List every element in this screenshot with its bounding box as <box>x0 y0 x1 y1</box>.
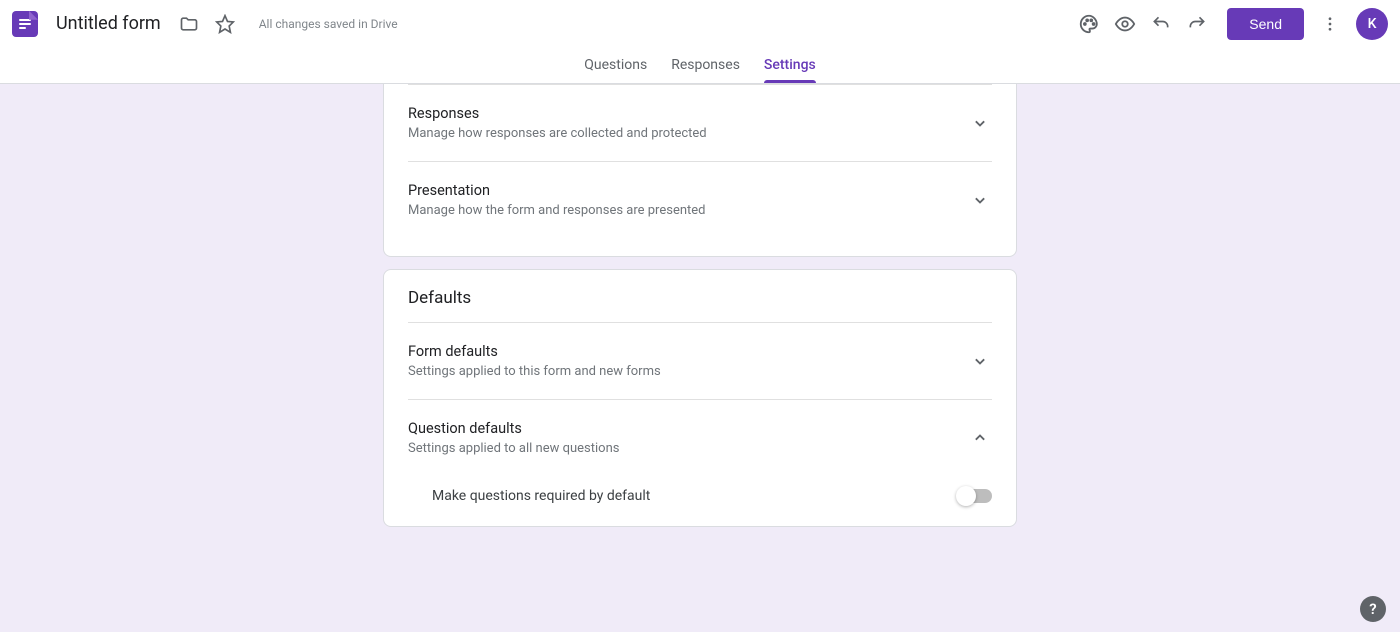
tab-settings[interactable]: Settings <box>764 57 816 83</box>
defaults-heading: Defaults <box>408 288 992 322</box>
tabs-bar: Questions Responses Settings <box>0 47 1400 83</box>
forms-logo-icon[interactable] <box>12 11 38 37</box>
required-by-default-label: Make questions required by default <box>432 488 650 504</box>
required-by-default-toggle[interactable] <box>958 489 992 503</box>
save-status: All changes saved in Drive <box>259 17 398 31</box>
responses-section[interactable]: Responses Manage how responses are colle… <box>408 84 992 161</box>
redo-icon[interactable] <box>1181 8 1213 40</box>
more-options-icon[interactable] <box>1314 8 1346 40</box>
presentation-title: Presentation <box>408 182 706 199</box>
responses-sub: Manage how responses are collected and p… <box>408 126 707 141</box>
header-top-row: Untitled form All changes saved in Drive… <box>0 0 1400 47</box>
undo-icon[interactable] <box>1145 8 1177 40</box>
chevron-down-icon[interactable] <box>968 349 992 373</box>
send-button[interactable]: Send <box>1227 8 1304 40</box>
chevron-up-icon[interactable] <box>968 426 992 450</box>
form-defaults-sub: Settings applied to this form and new fo… <box>408 364 661 379</box>
form-defaults-title: Form defaults <box>408 343 661 360</box>
help-icon[interactable]: ? <box>1360 596 1386 622</box>
star-icon[interactable] <box>209 8 241 40</box>
app-header: Untitled form All changes saved in Drive… <box>0 0 1400 84</box>
chevron-down-icon[interactable] <box>968 111 992 135</box>
defaults-card: Defaults Form defaults Settings applied … <box>383 269 1017 527</box>
presentation-section[interactable]: Presentation Manage how the form and res… <box>408 161 992 238</box>
presentation-sub: Manage how the form and responses are pr… <box>408 203 706 218</box>
customize-theme-icon[interactable] <box>1073 8 1105 40</box>
form-title[interactable]: Untitled form <box>56 13 161 34</box>
question-defaults-title: Question defaults <box>408 420 619 437</box>
required-by-default-row: Make questions required by default <box>408 476 992 508</box>
account-avatar[interactable]: K <box>1356 8 1388 40</box>
responses-title: Responses <box>408 105 707 122</box>
question-defaults-section[interactable]: Question defaults Settings applied to al… <box>408 399 992 476</box>
tab-questions[interactable]: Questions <box>584 57 647 83</box>
settings-card: Responses Manage how responses are colle… <box>383 84 1017 257</box>
settings-content: Responses Manage how responses are colle… <box>0 84 1400 539</box>
move-to-folder-icon[interactable] <box>173 8 205 40</box>
form-defaults-section[interactable]: Form defaults Settings applied to this f… <box>408 322 992 399</box>
tab-responses[interactable]: Responses <box>671 57 740 83</box>
question-defaults-sub: Settings applied to all new questions <box>408 441 619 456</box>
chevron-down-icon[interactable] <box>968 188 992 212</box>
preview-icon[interactable] <box>1109 8 1141 40</box>
